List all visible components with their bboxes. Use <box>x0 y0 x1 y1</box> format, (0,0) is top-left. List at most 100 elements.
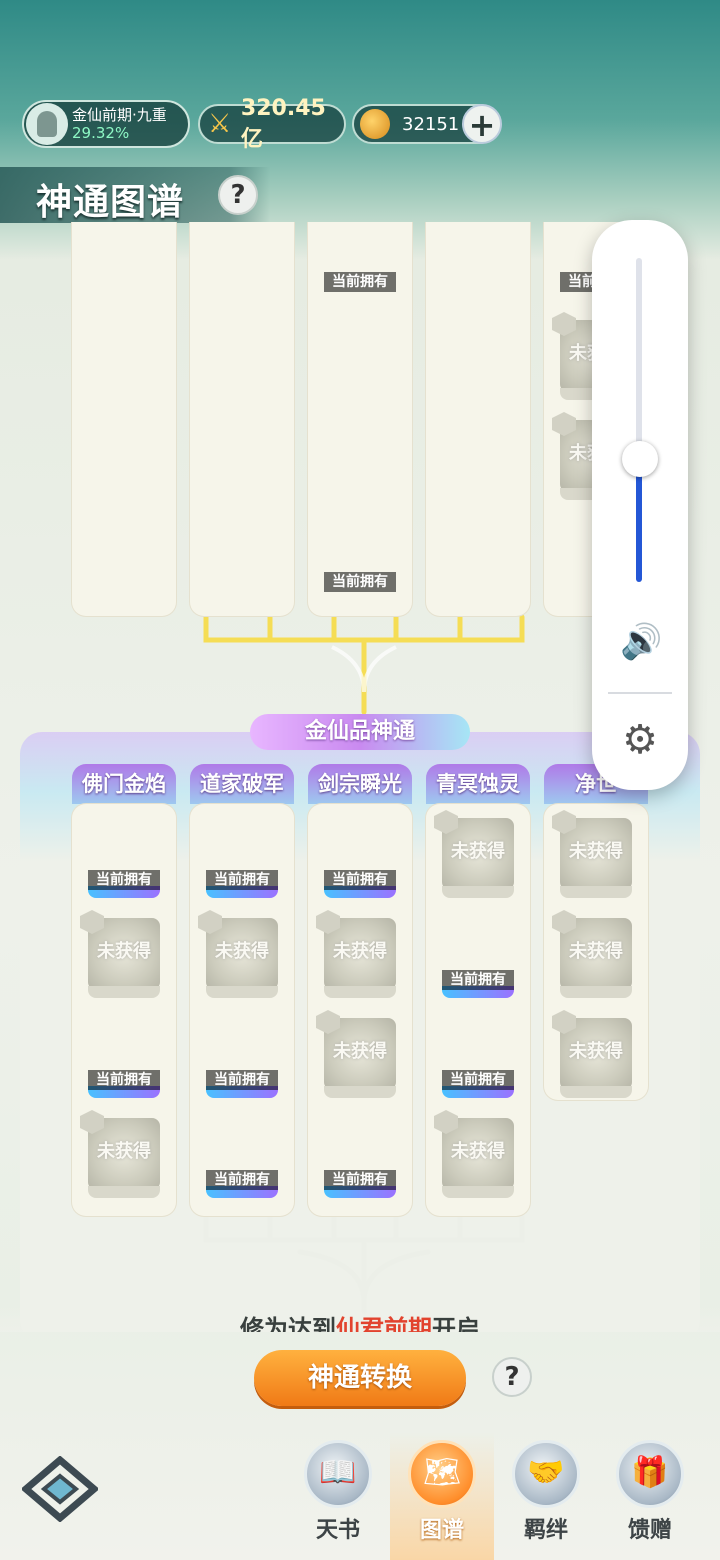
skill-card[interactable] <box>88 420 160 500</box>
skill-card[interactable]: 当前拥有 <box>442 1018 514 1098</box>
volume-panel: 🔊 ⚙ <box>592 220 688 790</box>
map-scroll-icon: 🗺 <box>408 1440 476 1508</box>
owned-label: 当前拥有 <box>206 1170 278 1190</box>
owned-label: 当前拥有 <box>88 870 160 890</box>
not-obtained-label: 未获得 <box>451 1141 505 1162</box>
skill-card[interactable] <box>442 320 514 400</box>
realm-progress: 29.32% <box>72 124 130 142</box>
skill-card[interactable]: 未获得 <box>552 1010 632 1098</box>
volume-fill <box>636 458 642 582</box>
speaker-icon[interactable]: 🔊 <box>620 622 662 662</box>
owned-label: 当前拥有 <box>324 272 396 292</box>
app-screen: 金仙前期·九重 29.32% ⚔ 320.45亿 32151 + 神通图谱 ? <box>0 0 720 1560</box>
skill-card[interactable] <box>206 520 278 600</box>
top-tier-column: 当前拥有 当前拥有 <box>308 222 412 616</box>
skill-card[interactable] <box>324 420 396 500</box>
tier2-column: 当前拥有 未获得 当前拥有 未获得 <box>72 804 176 1216</box>
page-title: 神通图谱 <box>36 182 185 223</box>
skill-card[interactable]: 当前拥有 <box>88 1018 160 1098</box>
top-tier-column <box>190 222 294 616</box>
tier2-column-title: 佛门金焰 <box>72 764 176 804</box>
tier2-column: 当前拥有 未获得 当前拥有 当前拥有 <box>190 804 294 1216</box>
tier2-column-title: 道家破军 <box>190 764 294 804</box>
nav-label: 羁绊 <box>523 1518 568 1543</box>
nav-label: 天书 <box>315 1518 360 1543</box>
not-obtained-label: 未获得 <box>451 841 505 862</box>
nav-label: 馈赠 <box>627 1518 672 1543</box>
skill-card[interactable]: 未获得 <box>552 910 632 998</box>
skill-card[interactable] <box>442 520 514 600</box>
skill-card[interactable]: 未获得 <box>80 1110 160 1198</box>
combat-power: ⚔ 320.45亿 <box>198 96 346 152</box>
owned-label: 当前拥有 <box>324 870 396 890</box>
combat-power-value: 320.45亿 <box>240 95 326 152</box>
game-logo-icon[interactable] <box>22 1456 98 1522</box>
owned-label: 当前拥有 <box>206 870 278 890</box>
not-obtained-label: 未获得 <box>333 941 387 962</box>
skill-card[interactable]: 未获得 <box>316 1010 396 1098</box>
realm-badge[interactable]: 金仙前期·九重 29.32% <box>22 100 190 148</box>
nav-book[interactable]: 📖 天书 <box>286 1432 390 1560</box>
skill-card[interactable] <box>206 320 278 400</box>
skill-card[interactable]: 当前拥有 <box>324 1118 396 1198</box>
spirit-coin-icon <box>360 109 390 139</box>
add-currency-button[interactable]: + <box>462 104 502 144</box>
skill-card[interactable] <box>88 222 160 300</box>
skill-card[interactable] <box>324 320 396 400</box>
not-obtained-label: 未获得 <box>97 941 151 962</box>
nav-handshake[interactable]: 🤝 羁绊 <box>494 1432 598 1560</box>
convert-help-button[interactable]: ? <box>492 1357 532 1397</box>
owned-label: 当前拥有 <box>442 970 514 990</box>
skill-card[interactable] <box>88 520 160 600</box>
skill-card[interactable]: 当前拥有 <box>206 1118 278 1198</box>
crossed-swords-icon: ⚔ <box>208 109 232 139</box>
unlock-hint: 修为达到仙君前期开启 <box>240 1315 480 1332</box>
skill-card[interactable]: 未获得 <box>552 810 632 898</box>
tier2-column-title: 剑宗瞬光 <box>308 764 412 804</box>
skill-card[interactable] <box>88 320 160 400</box>
gift-bag-icon: 🎁 <box>616 1440 684 1508</box>
nav-gift-bag[interactable]: 🎁 馈赠 <box>598 1432 702 1560</box>
gear-icon[interactable]: ⚙ <box>618 718 662 762</box>
owned-label: 当前拥有 <box>206 1070 278 1090</box>
skill-card[interactable]: 当前拥有 <box>442 918 514 998</box>
not-obtained-label: 未获得 <box>215 941 269 962</box>
currency-value: 32151 <box>402 113 460 135</box>
not-obtained-label: 未获得 <box>97 1141 151 1162</box>
owned-label: 当前拥有 <box>88 1070 160 1090</box>
top-tier-column <box>426 222 530 616</box>
nav-map-scroll[interactable]: 🗺 图谱 <box>390 1432 494 1560</box>
book-icon: 📖 <box>304 1440 372 1508</box>
not-obtained-label: 未获得 <box>569 841 623 862</box>
owned-label: 当前拥有 <box>442 1070 514 1090</box>
skill-card[interactable]: 未获得 <box>434 1110 514 1198</box>
skill-convert-button[interactable]: 神通转换 <box>254 1350 466 1406</box>
nav-label: 图谱 <box>419 1518 464 1543</box>
skill-card[interactable] <box>206 222 278 300</box>
skill-card[interactable]: 未获得 <box>198 910 278 998</box>
skill-card[interactable]: 当前拥有 <box>88 818 160 898</box>
help-button[interactable]: ? <box>218 175 258 215</box>
skill-card[interactable]: 未获得 <box>80 910 160 998</box>
skill-card[interactable]: 当前拥有 <box>206 818 278 898</box>
tier2-section-title: 金仙品神通 <box>250 714 470 750</box>
volume-slider-handle[interactable] <box>622 440 658 477</box>
tier2-column: 未获得 当前拥有 当前拥有 未获得 <box>426 804 530 1216</box>
owned-label: 当前拥有 <box>324 1170 396 1190</box>
skill-card[interactable]: 当前拥有 <box>324 520 396 600</box>
skill-card[interactable]: 未获得 <box>434 810 514 898</box>
top-tier-column <box>72 222 176 616</box>
owned-label: 当前拥有 <box>324 572 396 592</box>
handshake-icon: 🤝 <box>512 1440 580 1508</box>
skill-card[interactable]: 未获得 <box>316 910 396 998</box>
skill-card[interactable]: 当前拥有 <box>324 818 396 898</box>
tier2-column-title: 青冥蚀灵 <box>426 764 530 804</box>
tier2-column: 当前拥有 未获得 未获得 当前拥有 <box>308 804 412 1216</box>
skill-card[interactable]: 当前拥有 <box>324 222 396 300</box>
skill-card[interactable] <box>442 420 514 500</box>
skill-card[interactable] <box>442 222 514 300</box>
skill-card[interactable] <box>206 420 278 500</box>
not-obtained-label: 未获得 <box>333 1041 387 1062</box>
avatar <box>26 103 68 145</box>
skill-card[interactable]: 当前拥有 <box>206 1018 278 1098</box>
